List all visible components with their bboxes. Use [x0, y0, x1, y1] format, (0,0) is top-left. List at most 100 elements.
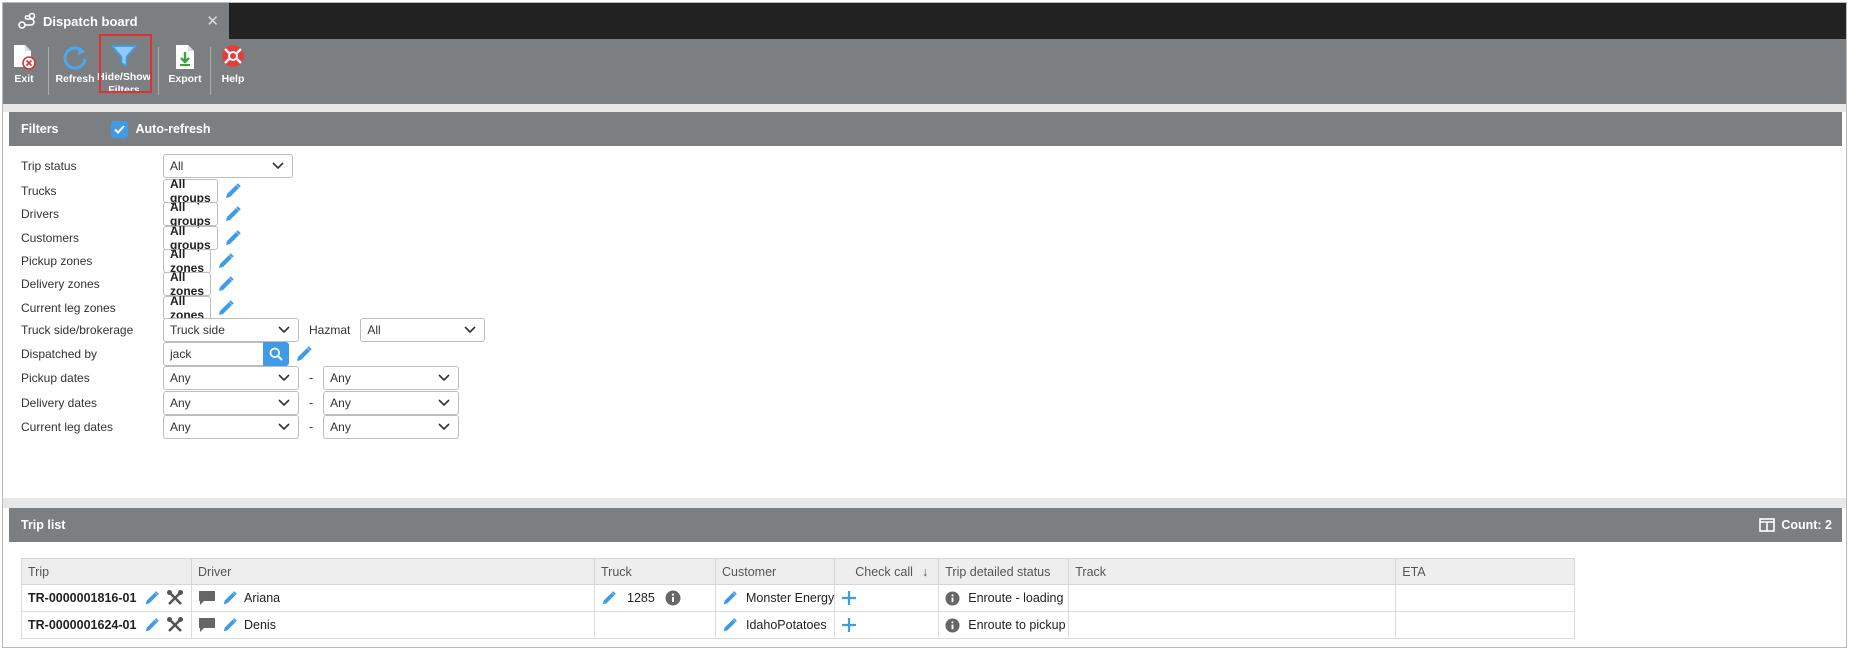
- info-icon[interactable]: [665, 590, 681, 606]
- auto-refresh-checkbox[interactable]: [110, 120, 128, 138]
- edit-pencil-icon[interactable]: [144, 590, 160, 606]
- pickup-dates-to-select[interactable]: Any: [323, 366, 460, 390]
- refresh-icon: [63, 46, 87, 70]
- trip-cell: TR-0000001624-01: [21, 611, 192, 639]
- help-button[interactable]: Help: [218, 39, 248, 104]
- customer-name: Monster Energy: [746, 591, 835, 605]
- chevron-down-icon: [438, 399, 450, 407]
- message-icon[interactable]: [198, 590, 216, 606]
- edit-pencil-icon[interactable]: [722, 617, 738, 633]
- truck-side-label: Truck side/brokerage: [21, 323, 134, 337]
- refresh-button[interactable]: Refresh: [55, 39, 95, 104]
- pickup-dates-from-select[interactable]: Any: [163, 366, 299, 390]
- col-track[interactable]: Track: [1068, 558, 1397, 585]
- edit-pencil-icon[interactable]: [224, 205, 242, 223]
- exit-label: Exit: [14, 73, 34, 85]
- add-icon[interactable]: [841, 590, 857, 606]
- info-icon[interactable]: [945, 617, 960, 633]
- refresh-label: Refresh: [55, 73, 95, 85]
- edit-pencil-icon[interactable]: [222, 590, 238, 606]
- trip-list-header: Trip list Count: 2: [9, 508, 1842, 542]
- trip-status-select[interactable]: All: [163, 154, 293, 178]
- exit-icon: [14, 45, 36, 70]
- status-cell: Enroute - loading: [938, 584, 1070, 612]
- toolbar-divider: [158, 47, 159, 95]
- info-icon[interactable]: [945, 590, 960, 606]
- edit-pencil-icon[interactable]: [722, 590, 738, 606]
- trip-cell: TR-0000001816-01: [21, 584, 192, 612]
- current-leg-dates-to-value: Any: [330, 420, 351, 434]
- edit-pencil-icon[interactable]: [217, 299, 235, 317]
- col-eta[interactable]: ETA: [1395, 558, 1576, 585]
- eta-cell: [1395, 611, 1576, 639]
- pickup-dates-label: Pickup dates: [21, 371, 90, 385]
- col-customer[interactable]: Customer: [714, 558, 836, 585]
- truck-cell: 1285: [594, 584, 716, 612]
- driver-name: Denis: [244, 618, 276, 632]
- col-check-call[interactable]: Check call ↓: [834, 558, 940, 585]
- table-row[interactable]: TR-0000001624-01 Denis IdahoPotatoes Enr…: [21, 611, 1576, 639]
- delivery-dates-to-select[interactable]: Any: [323, 391, 460, 415]
- sort-arrow-icon[interactable]: ↓: [922, 565, 928, 579]
- dispatched-by-input[interactable]: [163, 342, 263, 366]
- chevron-down-icon: [278, 326, 290, 334]
- edit-pencil-icon[interactable]: [224, 229, 242, 247]
- edit-pencil-icon[interactable]: [295, 345, 313, 363]
- range-dash: -: [309, 371, 314, 385]
- edit-pencil-icon[interactable]: [601, 590, 617, 606]
- range-dash: -: [309, 396, 314, 410]
- track-cell: [1068, 611, 1397, 639]
- edit-pencil-icon[interactable]: [217, 252, 235, 270]
- export-label: Export: [168, 73, 202, 85]
- col-trip[interactable]: Trip: [21, 558, 192, 585]
- chevron-down-icon: [438, 374, 450, 382]
- tab-title: Dispatch board: [43, 13, 138, 29]
- message-icon[interactable]: [198, 617, 216, 633]
- delivery-dates-label: Delivery dates: [21, 396, 98, 410]
- edit-pencil-icon[interactable]: [224, 182, 242, 200]
- current-leg-dates-from-select[interactable]: Any: [163, 415, 299, 439]
- edit-pencil-icon[interactable]: [222, 617, 238, 633]
- col-truck[interactable]: Truck: [594, 558, 716, 585]
- pickup-dates-from-value: Any: [170, 371, 191, 385]
- customer-cell: Monster Energy: [714, 584, 836, 612]
- drivers-groups[interactable]: All groups: [163, 200, 218, 228]
- filters-title: Filters: [21, 122, 59, 136]
- exit-button[interactable]: Exit: [9, 39, 39, 104]
- edit-pencil-icon[interactable]: [144, 617, 160, 633]
- trucks-label: Trucks: [21, 184, 57, 198]
- export-button[interactable]: Export: [167, 39, 203, 104]
- help-label: Help: [221, 73, 245, 85]
- truck-cell: [594, 611, 716, 639]
- close-icon[interactable]: ✕: [206, 12, 219, 30]
- chevron-down-icon: [464, 326, 476, 334]
- tools-icon[interactable]: [166, 616, 184, 634]
- add-icon[interactable]: [841, 617, 857, 633]
- trip-status-label: Trip status: [21, 159, 77, 173]
- trip-status: Enroute to pickup: [968, 618, 1066, 632]
- trip-id[interactable]: TR-0000001624-01: [28, 618, 136, 632]
- delivery-zones-groups[interactable]: All zones: [163, 270, 212, 298]
- col-driver[interactable]: Driver: [191, 558, 595, 585]
- chevron-down-icon: [278, 374, 290, 382]
- drivers-label: Drivers: [21, 207, 59, 221]
- table-row[interactable]: TR-0000001816-01 Ariana 1285 Monster Ene…: [21, 584, 1576, 612]
- trip-list-panel: Trip Driver Truck Customer Check call ↓ …: [9, 546, 1842, 647]
- edit-pencil-icon[interactable]: [217, 275, 235, 293]
- truck-side-select[interactable]: Truck side: [163, 318, 299, 342]
- columns-icon: [1759, 518, 1776, 532]
- chevron-down-icon: [278, 423, 290, 431]
- tools-icon[interactable]: [166, 589, 184, 607]
- current-leg-zones-groups[interactable]: All zones: [163, 294, 212, 322]
- search-button[interactable]: [263, 342, 289, 366]
- hazmat-select[interactable]: All: [360, 318, 486, 342]
- col-trip-detailed-status[interactable]: Trip detailed status: [938, 558, 1070, 585]
- filters-panel: Trip status All Trucks All groups Driver…: [9, 146, 1842, 498]
- current-leg-dates-to-select[interactable]: Any: [323, 415, 460, 439]
- trip-id[interactable]: TR-0000001816-01: [28, 591, 136, 605]
- customer-cell: IdahoPotatoes: [714, 611, 836, 639]
- hazmat-value: All: [367, 323, 381, 337]
- driver-cell: Ariana: [191, 584, 595, 612]
- column-chooser[interactable]: Count: 2: [1759, 518, 1832, 532]
- delivery-dates-from-select[interactable]: Any: [163, 391, 299, 415]
